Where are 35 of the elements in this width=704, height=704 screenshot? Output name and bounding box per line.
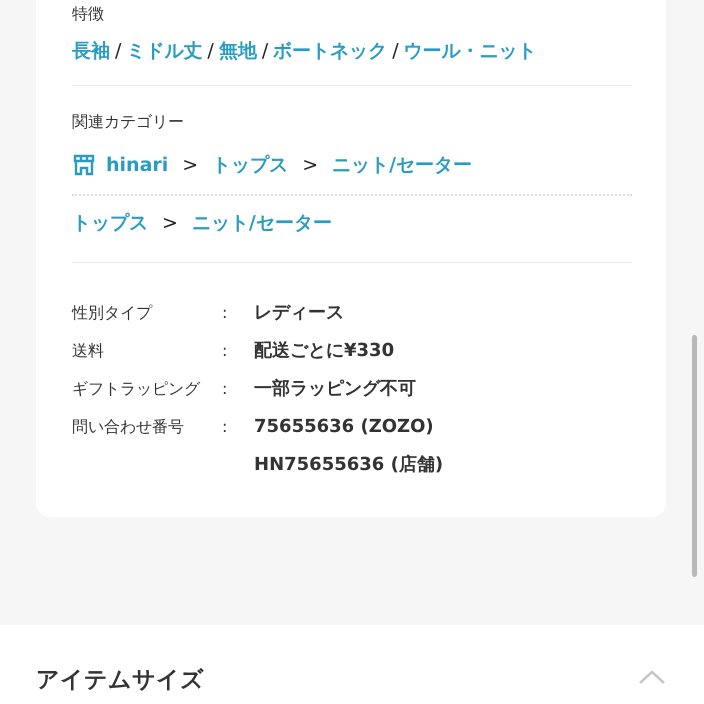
spec-value: レディース <box>254 301 345 325</box>
category-link[interactable]: トップス <box>212 152 288 178</box>
category-link[interactable]: ウール・ニット <box>404 38 537 64</box>
category-link[interactable]: ミドル丈 <box>126 38 202 64</box>
colon: : <box>222 416 228 438</box>
section-label: 関連カテゴリー <box>72 111 185 133</box>
separator: / <box>115 40 122 62</box>
category-link[interactable]: 無地 <box>218 38 257 64</box>
spec-label: ギフトラッピング <box>72 378 202 400</box>
section-title: アイテムサイズ <box>36 666 204 695</box>
separator: / <box>207 40 214 62</box>
category-link[interactable]: ニット/セーター <box>192 210 332 236</box>
spec-value: 配送ごとに¥330 <box>254 339 396 363</box>
section-label: 特徴 <box>72 3 105 25</box>
colon: : <box>222 302 228 324</box>
shop-link[interactable]: hinari <box>72 153 168 177</box>
separator: > <box>162 212 178 234</box>
separator: / <box>392 40 399 62</box>
spec-value: 75655636 (ZOZO) <box>254 415 435 439</box>
chevron-up-icon[interactable] <box>638 668 666 684</box>
spec-label: 性別タイプ <box>72 302 154 324</box>
separator: > <box>182 154 198 176</box>
spec-value: HN75655636 (店舗) <box>254 453 444 477</box>
category-link[interactable]: ニット/セーター <box>332 152 472 178</box>
category-link[interactable]: ボートネック <box>273 38 388 64</box>
separator: > <box>302 154 318 176</box>
spec-value: 一部ラッピング不可 <box>254 377 417 401</box>
colon: : <box>222 378 228 400</box>
category-link[interactable]: トップス <box>72 210 148 236</box>
separator: / <box>262 40 268 62</box>
spec-label: 送料 <box>72 340 105 362</box>
category-link[interactable]: 長袖 <box>72 38 110 64</box>
colon: : <box>222 340 228 362</box>
spec-label: 問い合わせ番号 <box>72 416 185 438</box>
shop-icon <box>72 153 96 177</box>
